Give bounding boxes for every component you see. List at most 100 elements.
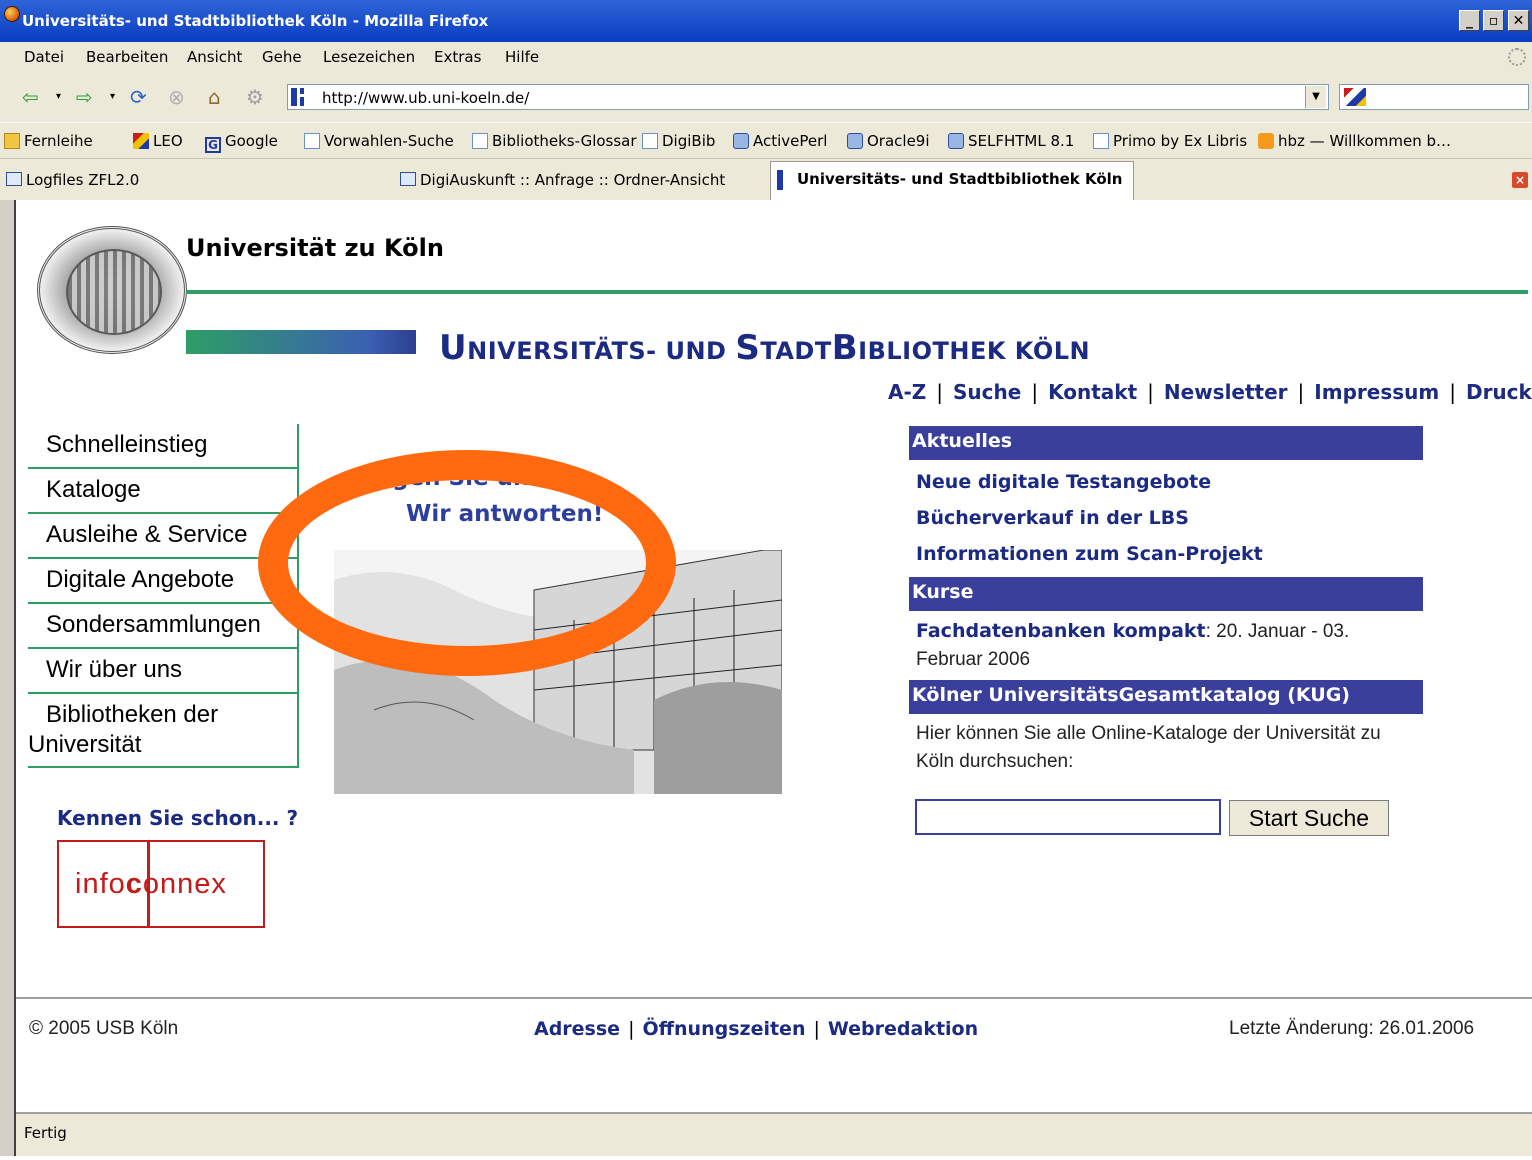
search-engine-box[interactable] [1339, 84, 1529, 110]
back-icon[interactable]: ⇦ [22, 86, 39, 108]
page-content: Universität zu Köln UNIVERSITÄTS- UND ST… [16, 200, 1532, 1112]
library-title: UNIVERSITÄTS- UND STADTBIBLIOTHEK KÖLN [439, 328, 1091, 368]
menu-extras[interactable]: Extras [434, 48, 481, 66]
highlight-ellipse [258, 450, 676, 676]
tab-favicon-icon [777, 170, 783, 190]
bookmark-leo[interactable]: LEO [133, 132, 183, 150]
disk-icon [948, 133, 964, 149]
leftnav-wir-ueber-uns[interactable]: Wir über uns [28, 649, 297, 694]
bookmark-icon [472, 133, 488, 149]
bookmark-primo[interactable]: Primo by Ex Libris [1093, 132, 1247, 150]
tab-usb-koeln[interactable]: Universitäts- und Stadtbibliothek Köln [770, 161, 1134, 201]
bookmark-activeperl[interactable]: ActivePerl [733, 132, 827, 150]
menu-lesezeichen[interactable]: Lesezeichen [323, 48, 415, 66]
footer-divider [16, 997, 1532, 999]
google-icon: G [205, 137, 221, 153]
leftnav-schnelleinstieg[interactable]: Schnelleinstieg [28, 424, 297, 469]
news-link-testangebote[interactable]: Neue digitale Testangebote [916, 471, 1211, 493]
news-link-buecherverkauf[interactable]: Bücherverkauf in der LBS [916, 507, 1189, 529]
kurse-link-fachdatenbanken[interactable]: Fachdatenbanken kompakt [916, 620, 1206, 642]
forward-dropdown-icon[interactable]: ▾ [110, 86, 115, 108]
leftnav-digitale-angebote[interactable]: Digitale Angebote [28, 559, 297, 604]
footer-link-adresse[interactable]: Adresse [534, 1018, 620, 1040]
bookmark-hbz[interactable]: hbz — Willkommen b… [1258, 132, 1451, 150]
kug-search-input[interactable] [915, 799, 1221, 835]
minimize-button[interactable]: _ [1459, 10, 1480, 31]
window-frame [0, 200, 14, 1158]
header-gradient-bar [186, 330, 416, 354]
title-bar: Universitäts- und Stadtbibliothek Köln -… [0, 0, 1532, 42]
leo-icon [133, 133, 149, 149]
nav-impressum[interactable]: Impressum [1314, 380, 1439, 404]
page-icon [642, 133, 658, 149]
leo-search-icon[interactable] [1344, 88, 1366, 106]
address-url[interactable]: http://www.ub.uni-koeln.de/ [322, 89, 529, 107]
disk-icon [847, 133, 863, 149]
nav-suche[interactable]: Suche [953, 380, 1021, 404]
start-suche-button[interactable]: Start Suche [1229, 800, 1389, 836]
folder-icon [4, 133, 20, 149]
maximize-button[interactable]: ▫ [1483, 10, 1504, 31]
bookmark-fernleihe[interactable]: Fernleihe [4, 132, 93, 150]
disk-icon [733, 133, 749, 149]
bookmark-digibib[interactable]: DigiBib [642, 132, 715, 150]
home-icon[interactable]: ⌂ [208, 86, 221, 108]
leftnav-sondersammlungen[interactable]: Sondersammlungen [28, 604, 297, 649]
leftnav-kataloge[interactable]: Kataloge [28, 469, 297, 514]
tab-logfiles[interactable]: Logfiles ZFL2.0 [0, 163, 388, 197]
close-button[interactable]: ✕ [1508, 10, 1529, 31]
kug-header: Kölner UniversitätsGesamtkatalog (KUG) [909, 680, 1423, 714]
menu-datei[interactable]: Datei [24, 48, 64, 66]
menu-gehe[interactable]: Gehe [262, 48, 302, 66]
footer-link-webredaktion[interactable]: Webredaktion [828, 1018, 978, 1040]
nav-newsletter[interactable]: Newsletter [1164, 380, 1288, 404]
bookmark-bibliotheks-glossar[interactable]: Bibliotheks-Glossar [472, 132, 637, 150]
bookmark-vorwahlen-suche[interactable]: Vorwahlen-Suche [304, 132, 454, 150]
menu-hilfe[interactable]: Hilfe [505, 48, 539, 66]
top-navigation: A-Z | Suche | Kontakt | Newsletter | Impressum | D… [888, 380, 1532, 404]
reload-icon[interactable]: ⟳ [130, 86, 147, 108]
left-navigation: Schnelleinstieg Kataloge Ausleihe & Serv… [28, 424, 299, 768]
nav-a-z[interactable]: A-Z [888, 380, 926, 404]
menu-bar: Datei Bearbeiten Ansicht Gehe Lesezeiche… [0, 42, 1532, 74]
nav-kontakt[interactable]: Kontakt [1048, 380, 1137, 404]
footer-link-oeffnungszeiten[interactable]: Öffnungszeiten [642, 1018, 805, 1040]
page-icon [1093, 133, 1109, 149]
menu-ansicht[interactable]: Ansicht [187, 48, 242, 66]
news-column: Aktuelles Neue digitale Testangebote Büc… [909, 426, 1423, 783]
address-dropdown-icon[interactable]: ▼ [1305, 86, 1326, 108]
tab-page-icon [400, 172, 416, 186]
bookmark-google[interactable]: G Google [205, 132, 278, 153]
address-bar[interactable]: http://www.ub.uni-koeln.de/ ▼ [287, 84, 1329, 110]
firefox-icon [4, 6, 20, 22]
last-change-text: Letzte Änderung: 26.01.2006 [1229, 1018, 1475, 1039]
stop-icon[interactable]: ⊗ [168, 86, 185, 108]
close-tab-icon[interactable]: × [1512, 172, 1528, 188]
settings-gear-icon[interactable]: ⚙ [246, 86, 264, 108]
bookmark-oracle9i[interactable]: Oracle9i [847, 132, 930, 150]
nav-druck[interactable]: Druck [1466, 380, 1532, 404]
rss-icon [1258, 133, 1274, 149]
kug-description: Hier können Sie alle Online-Kataloge der… [916, 723, 1381, 772]
kurse-header: Kurse [909, 577, 1423, 611]
throbber-icon [1508, 48, 1526, 66]
leftnav-ausleihe-service[interactable]: Ausleihe & Service [28, 514, 297, 559]
university-title: Universität zu Köln [186, 234, 444, 262]
aktuelles-header: Aktuelles [909, 426, 1423, 460]
forward-icon[interactable]: ⇨ [76, 86, 93, 108]
menu-bearbeiten[interactable]: Bearbeiten [86, 48, 168, 66]
bookmarks-toolbar: Fernleihe LEO G Google Vorwahlen-Suche Bi… [0, 122, 1532, 159]
infoconnex-logo[interactable]: infoconnex [57, 840, 265, 928]
status-text: Fertig [24, 1124, 67, 1142]
tab-page-icon [6, 172, 22, 186]
copyright-text: © 2005 USB Köln [29, 1018, 179, 1039]
bookmark-selfhtml[interactable]: SELFHTML 8.1 [948, 132, 1074, 150]
kennen-sie-schon-heading: Kennen Sie schon... ? [57, 806, 299, 830]
leftnav-bibliotheken[interactable]: Bibliotheken der Universität [28, 694, 297, 768]
university-seal-logo [37, 226, 187, 354]
status-bar: Fertig [16, 1112, 1532, 1160]
tab-digiauskunft[interactable]: DigiAuskunft :: Anfrage :: Ordner-Ansich… [394, 163, 764, 197]
back-dropdown-icon[interactable]: ▾ [56, 86, 61, 108]
news-link-scan-projekt[interactable]: Informationen zum Scan-Projekt [916, 543, 1263, 565]
site-favicon-icon [291, 88, 297, 106]
